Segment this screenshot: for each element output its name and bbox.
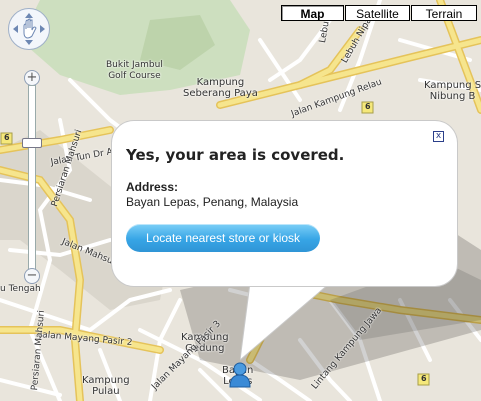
- locate-store-button[interactable]: Locate nearest store or kiosk: [126, 224, 320, 252]
- map-type-terrain-button[interactable]: Terrain: [411, 5, 477, 21]
- map-label-golf-course: Bukit Jambul Golf Course: [106, 60, 163, 81]
- map-label-bukit-tengah: u Tengah: [0, 284, 41, 294]
- zoom-slider-handle[interactable]: [22, 138, 42, 148]
- address-value: Bayan Lepas, Penang, Malaysia: [126, 195, 299, 209]
- zoom-out-button[interactable]: −: [24, 268, 40, 284]
- map-type-map-button[interactable]: Map: [281, 5, 344, 21]
- zoom-in-button[interactable]: +: [24, 70, 40, 86]
- pan-control[interactable]: [8, 8, 50, 50]
- info-bubble-pointer: [240, 280, 332, 361]
- route-shield-6: 6: [4, 133, 10, 142]
- address-label: Address:: [126, 180, 179, 194]
- route-shield-6: 6: [421, 374, 427, 383]
- map-type-satellite-button[interactable]: Satellite: [345, 5, 410, 21]
- map-label-kampung-seberang-paya: Kampung Seberang Paya: [183, 77, 258, 99]
- close-icon[interactable]: x: [433, 131, 444, 142]
- info-window-title: Yes, your area is covered.: [126, 146, 345, 164]
- map-canvas[interactable]: 6 6 6 6 Bukit Jambul Golf Course Kampung…: [0, 0, 481, 401]
- map-label-kampung-pulau: Kampung Pulau: [82, 375, 130, 397]
- map-label-kampung: Kampung S Nibung B: [424, 80, 481, 102]
- zoom-slider-track[interactable]: [28, 85, 36, 270]
- person-marker-icon[interactable]: [228, 362, 252, 388]
- pan-arrows-icon: [13, 13, 45, 45]
- route-shield-6: 6: [365, 102, 371, 111]
